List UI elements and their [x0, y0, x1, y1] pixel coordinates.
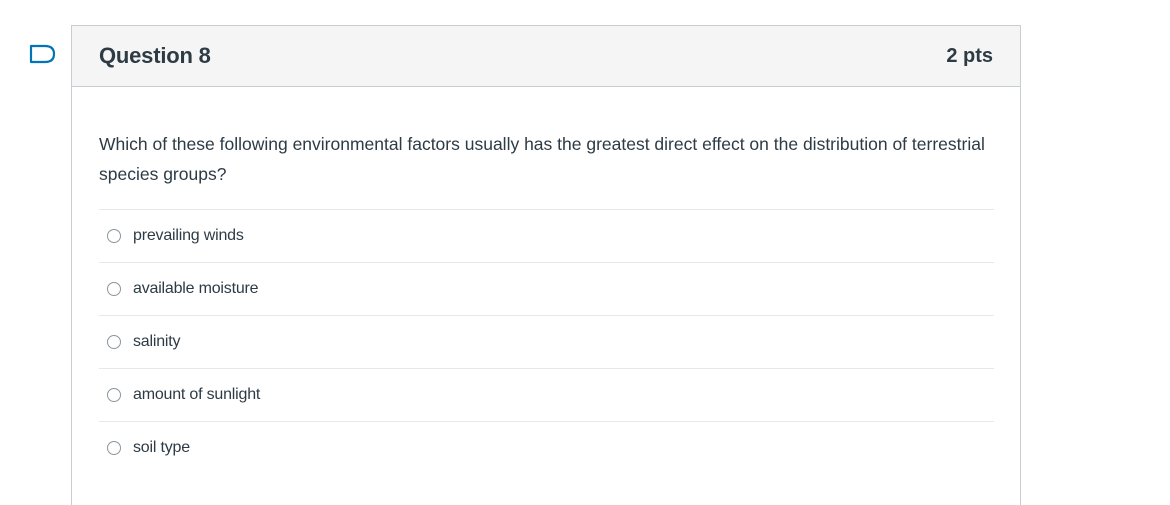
question-card: Question 8 2 pts Which of these followin…: [71, 25, 1021, 505]
question-title: Question 8: [99, 43, 211, 68]
question-body: Which of these following environmental f…: [72, 87, 1020, 474]
answer-option[interactable]: prevailing winds: [99, 209, 994, 262]
answer-label[interactable]: available moisture: [133, 280, 259, 298]
flag-question-icon[interactable]: [28, 44, 58, 64]
radio-button[interactable]: [107, 388, 121, 402]
answer-label[interactable]: soil type: [133, 439, 190, 457]
answer-label[interactable]: salinity: [133, 333, 181, 351]
answer-list: prevailing winds available moisture sali…: [99, 209, 994, 474]
question-text: Which of these following environmental f…: [99, 134, 985, 184]
answer-option[interactable]: amount of sunlight: [99, 368, 994, 421]
radio-button[interactable]: [107, 229, 121, 243]
question-header: Question 8 2 pts: [72, 26, 1020, 87]
radio-button[interactable]: [107, 282, 121, 296]
question-points: 2 pts: [946, 44, 993, 67]
answer-option[interactable]: salinity: [99, 315, 994, 368]
answer-option[interactable]: soil type: [99, 421, 994, 474]
answer-label[interactable]: amount of sunlight: [133, 386, 260, 404]
answer-label[interactable]: prevailing winds: [133, 227, 244, 245]
radio-button[interactable]: [107, 441, 121, 455]
radio-button[interactable]: [107, 335, 121, 349]
answer-option[interactable]: available moisture: [99, 262, 994, 315]
quiz-page: Question 8 2 pts Which of these followin…: [0, 0, 1170, 505]
